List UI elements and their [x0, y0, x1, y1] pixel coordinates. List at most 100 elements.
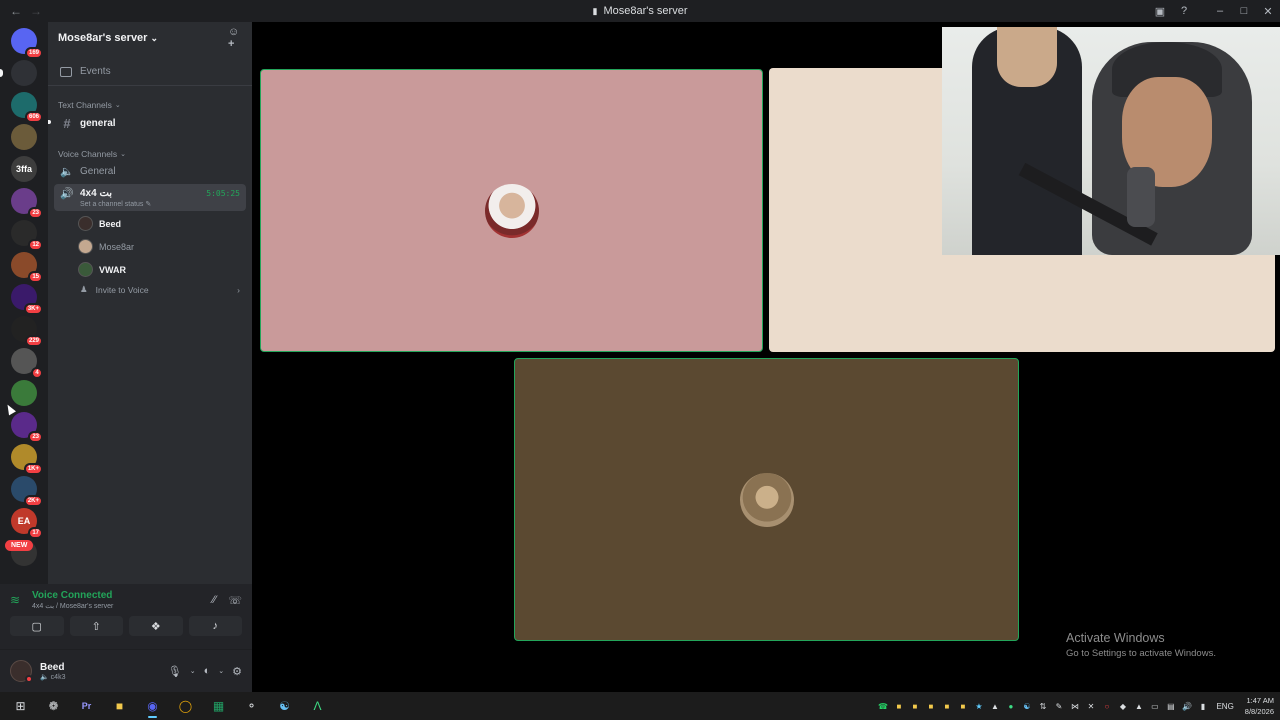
noise-suppression-icon[interactable]: ⁄⁄ — [213, 594, 217, 607]
tray-app-icon[interactable]: ■ — [892, 700, 905, 713]
maximize-button[interactable]: □ — [1232, 0, 1256, 22]
disconnect-icon[interactable]: ☏ — [228, 594, 242, 607]
category-text-channels[interactable]: Text Channels ⌄ — [48, 100, 252, 110]
user-info[interactable]: Beed 🔈 c4k3 — [40, 662, 65, 681]
display-icon[interactable]: ▭ — [1148, 700, 1161, 713]
file-explorer-icon[interactable]: ■ — [103, 692, 136, 720]
camera-off-button[interactable]: ▢ — [10, 616, 64, 636]
member-name: Beed — [99, 218, 122, 229]
events-item[interactable]: Events — [48, 58, 252, 86]
server-name: Mose8ar's server — [58, 32, 148, 44]
server-icon-guild-14[interactable]: 2K+ — [11, 476, 43, 507]
server-icon-guild-7[interactable]: 15 — [11, 252, 43, 283]
arrow-left-icon[interactable]: ← — [10, 4, 22, 18]
category-voice-channels[interactable]: Voice Channels ⌄ — [48, 149, 252, 159]
discord-icon[interactable]: ◉ — [136, 692, 169, 720]
new-badge[interactable]: NEW — [5, 540, 34, 551]
tray-app-icon[interactable]: ◆ — [1116, 700, 1129, 713]
invite-to-voice[interactable]: ♟ Invite to Voice › — [80, 284, 240, 295]
participant-avatar — [485, 184, 539, 238]
server-icon-guild-5[interactable]: 23 — [11, 188, 43, 219]
voice-location[interactable]: 4x4 بت / Mose8ar's server — [32, 602, 113, 610]
voice-status[interactable]: Voice Connected — [32, 590, 113, 601]
server-icon-guild-12[interactable]: 23 — [11, 412, 43, 443]
steam-icon[interactable]: ☯ — [268, 692, 301, 720]
chevron-down-icon[interactable]: ⌄ — [190, 667, 196, 675]
tray-app-icon[interactable]: ● — [1004, 700, 1017, 713]
volume-icon[interactable]: 🔊 — [1180, 700, 1193, 713]
tray-app-icon[interactable]: ○ — [1100, 700, 1113, 713]
voice-channel-general[interactable]: 🔈 General — [54, 161, 246, 182]
active-pill — [0, 69, 3, 77]
copilot-icon[interactable]: ❁ — [37, 692, 70, 720]
server-icon-discord-dm[interactable]: 169 — [11, 28, 43, 59]
server-header[interactable]: Mose8ar's server ⌄ ☺+ — [48, 22, 252, 54]
screen-share-button[interactable]: ⇧ — [69, 616, 123, 636]
close-button[interactable]: ✕ — [1256, 0, 1280, 22]
windows-start-icon[interactable]: ⊞ — [4, 692, 37, 720]
microphone-icon[interactable]: 🎙 — [168, 665, 182, 678]
server-icon-guild-ea[interactable]: EA 17 — [11, 508, 43, 539]
voice-member[interactable]: VWAR — [78, 259, 246, 280]
language-indicator[interactable]: ENG — [1216, 702, 1233, 711]
server-icon-guild-13[interactable]: 1K+ — [11, 444, 43, 475]
inbox-icon[interactable]: ▣ — [1148, 0, 1172, 22]
participant-tile[interactable] — [514, 358, 1019, 641]
battery-icon[interactable]: ▮ — [1196, 700, 1209, 713]
soundboard-button[interactable]: ♪ — [188, 616, 242, 636]
calendar-icon — [60, 66, 72, 77]
arrow-right-icon[interactable]: → — [30, 4, 42, 18]
microphone-icon[interactable]: ▲ — [1132, 700, 1145, 713]
tray-app-icon[interactable]: ■ — [908, 700, 921, 713]
tray-app-icon[interactable]: ⇅ — [1036, 700, 1049, 713]
server-icon-guild-8[interactable]: 3K+ — [11, 284, 43, 315]
channel-status[interactable]: Set a channel status ✎ — [80, 200, 240, 208]
tray-app-icon[interactable]: ⋈ — [1068, 700, 1081, 713]
network-icon[interactable]: ▤ — [1164, 700, 1177, 713]
server-icon-guild-6[interactable]: 12 — [11, 220, 43, 251]
taskbar: ⊞ ❁ Pr ■ ◉ ◯ ▦ ⚬ ☯ Λ ☎ ■ ■ ■ ■ ■ ★ ▲ ● ☯… — [0, 692, 1280, 720]
server-icon-guild-1[interactable] — [0, 60, 37, 86]
bluetooth-icon[interactable]: ★ — [972, 700, 985, 713]
avatar[interactable] — [10, 660, 33, 683]
voice-member[interactable]: Mose8ar — [78, 236, 246, 257]
whatsapp-icon[interactable]: ☎ — [876, 700, 889, 713]
tray-app-icon[interactable]: ■ — [940, 700, 953, 713]
tray-app-icon[interactable]: ■ — [924, 700, 937, 713]
pen-icon[interactable]: ✎ — [1052, 700, 1065, 713]
unread-indicator — [48, 120, 51, 124]
app-icon[interactable]: Λ — [301, 692, 334, 720]
voice-channel-active[interactable]: 🔊 4x4 بت 5:05:25 Set a channel status ✎ — [54, 184, 246, 211]
clock[interactable]: 1:47 AM 8/8/2026 — [1245, 695, 1274, 717]
user-panel: Beed 🔈 c4k3 🎙 ⌄ ◐ ⌄ ⚙ — [0, 650, 252, 692]
participant-avatar — [740, 473, 794, 527]
server-icon-guild-11[interactable] — [11, 380, 37, 406]
server-icon-guild-2[interactable]: 606 — [11, 92, 43, 123]
soundboard-icon: ♪ — [212, 620, 219, 632]
server-icon-guild-10[interactable]: 4 — [11, 348, 43, 379]
premiere-icon[interactable]: Pr — [70, 692, 103, 720]
headphones-icon[interactable]: ◐ — [204, 665, 211, 677]
channel-name: General — [80, 166, 116, 177]
chrome-icon[interactable]: ◯ — [169, 692, 202, 720]
server-icon-guild-3[interactable] — [11, 124, 37, 150]
tray-app-icon[interactable]: ☯ — [1020, 700, 1033, 713]
help-icon[interactable]: ? — [1172, 0, 1196, 22]
add-member-icon[interactable]: ☺+ — [228, 26, 242, 50]
minimize-button[interactable]: – — [1208, 0, 1232, 22]
excel-icon[interactable]: ▦ — [202, 692, 235, 720]
chevron-down-icon[interactable]: ⌄ — [218, 667, 224, 675]
server-icon-guild-3ffa[interactable]: 3ffa — [11, 156, 37, 182]
participant-tile[interactable] — [260, 69, 763, 352]
tray-app-icon[interactable]: ✕ — [1084, 700, 1097, 713]
gear-icon[interactable]: ⚙ — [232, 665, 242, 678]
tray-app-icon[interactable]: ■ — [956, 700, 969, 713]
server-icon-guild-9[interactable]: 229 — [11, 316, 43, 347]
activities-button[interactable]: ❖ — [129, 616, 183, 636]
voice-member[interactable]: Beed — [78, 213, 246, 234]
chevron-down-icon: ⌄ — [150, 33, 159, 43]
channel-general[interactable]: # general — [48, 112, 246, 135]
tray-app-icon[interactable]: ▲ — [988, 700, 1001, 713]
xbox-icon[interactable]: ⚬ — [235, 692, 268, 720]
signal-icon[interactable]: ≋ — [10, 593, 32, 607]
